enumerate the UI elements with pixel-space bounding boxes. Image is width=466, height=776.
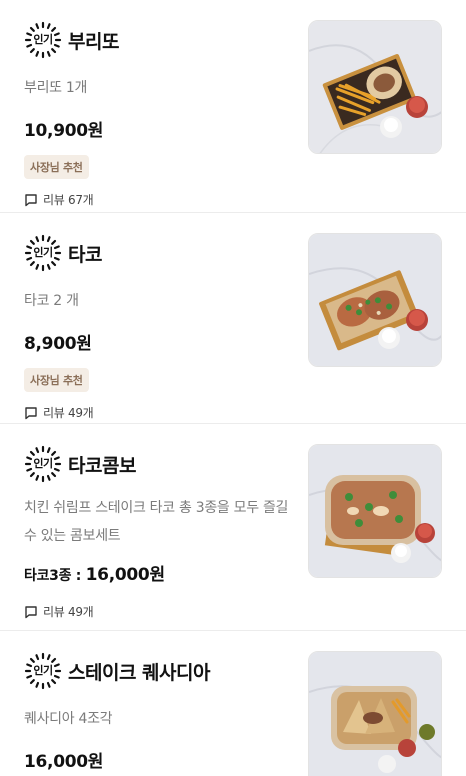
menu-price: 8,900원 xyxy=(24,334,92,354)
popular-badge-label: 인기 xyxy=(33,457,53,470)
price-prefix: 타코3종 : xyxy=(24,568,86,584)
menu-description: 퀘사디아 4조각 xyxy=(24,711,113,727)
popular-badge: 인기 xyxy=(24,652,62,690)
popular-badge: 인기 xyxy=(24,21,62,59)
menu-item-burrito[interactable]: 인기 부리또 부리또 1개 10,900원 사장님 추천 리뷰 67개 xyxy=(0,0,466,213)
menu-name: 타코콤보 xyxy=(68,454,136,477)
popular-badge-label: 인기 xyxy=(33,664,53,677)
owner-recommend-tag: 사장님 추천 xyxy=(24,368,89,392)
review-count-label: 리뷰 67개 xyxy=(43,193,94,207)
review-count-label: 리뷰 49개 xyxy=(43,605,94,619)
menu-name: 스테이크 퀘사디아 xyxy=(68,661,210,684)
review-count: 리뷰 49개 xyxy=(24,404,294,421)
comment-icon xyxy=(25,605,37,618)
steak-quesadilla-image xyxy=(308,651,442,776)
menu-item-taco[interactable]: 인기 타코 타코 2 개 8,900원 사장님 추천 리뷰 49개 xyxy=(0,213,466,424)
review-count: 리뷰 67개 xyxy=(24,191,294,208)
menu-price: 16,000원 xyxy=(24,752,104,772)
burrito-image xyxy=(308,20,442,154)
menu-name: 타코 xyxy=(68,243,102,266)
menu-description: 타코 2 개 xyxy=(24,293,79,309)
taco-image xyxy=(308,233,442,367)
price-value: 16,000원 xyxy=(85,565,165,585)
popular-badge: 인기 xyxy=(24,234,62,272)
menu-price: 10,900원 xyxy=(24,121,104,141)
taco-combo-image xyxy=(308,444,442,578)
comment-icon xyxy=(25,193,37,206)
popular-badge-label: 인기 xyxy=(33,246,53,259)
popular-badge: 인기 xyxy=(24,445,62,483)
review-count: 리뷰 49개 xyxy=(24,603,294,620)
menu-price: 타코3종 : 16,000원 xyxy=(24,560,294,585)
menu-name: 부리또 xyxy=(68,30,119,53)
menu-list: 인기 부리또 부리또 1개 10,900원 사장님 추천 리뷰 67개 인기 타… xyxy=(0,0,466,776)
menu-item-steak-quesadilla[interactable]: 인기 스테이크 퀘사디아 퀘사디아 4조각 16,000원 xyxy=(0,631,466,776)
popular-badge-label: 인기 xyxy=(33,33,53,46)
owner-recommend-tag: 사장님 추천 xyxy=(24,155,89,179)
review-count-label: 리뷰 49개 xyxy=(43,406,94,420)
menu-description: 부리또 1개 xyxy=(24,80,88,96)
comment-icon xyxy=(25,406,37,419)
menu-description: 치킨 쉬림프 스테이크 타코 총 3종을 모두 즐길수 있는 콤보세트 xyxy=(24,500,289,544)
menu-item-taco-combo[interactable]: 인기 타코콤보 치킨 쉬림프 스테이크 타코 총 3종을 모두 즐길수 있는 콤… xyxy=(0,424,466,631)
